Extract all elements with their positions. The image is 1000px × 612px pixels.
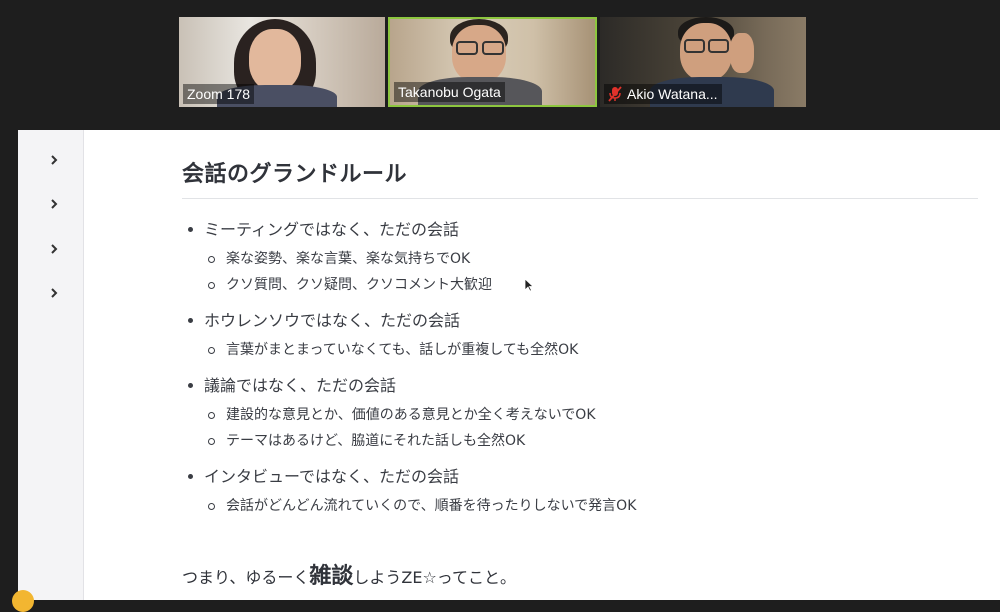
video-tile-akio-watanabe[interactable]: Akio Watana...	[600, 17, 806, 107]
page-title: 会話のグランドルール	[182, 162, 408, 187]
sub-bullet	[208, 438, 215, 445]
list-item-text: インタビューではなく、ただの会話	[204, 467, 460, 486]
list-item: ミーティングではなく、ただの会話 楽な姿勢、楽な言葉、楽な気持ちでOK クソ質問…	[182, 217, 972, 298]
list-item-text: ホウレンソウではなく、ただの会話	[204, 311, 461, 330]
chevron-right-icon	[51, 244, 58, 254]
sub-list: 楽な姿勢、楽な言葉、楽な気持ちでOK クソ質問、クソ疑問、クソコメント大歓迎	[204, 246, 972, 298]
mouse-cursor-icon	[524, 278, 534, 292]
chevron-right-icon	[51, 155, 58, 165]
video-tile-zoom-178[interactable]: Zoom 178	[179, 17, 385, 107]
summary-line: つまり、ゆるーく雑談しようZE☆ってこと。	[182, 558, 516, 590]
sub-bullet	[208, 503, 215, 510]
participant-name-label: Zoom 178	[183, 84, 255, 104]
user-status-dot[interactable]	[12, 590, 34, 612]
sub-list-item: 会話がどんどん流れていくので、順番を待ったりしないで発言OK	[204, 493, 972, 519]
sub-list-item: テーマはあるけど、脇道にそれた話しも全然OK	[204, 428, 972, 454]
sub-bullet	[208, 412, 215, 419]
summary-text-after: しようZE☆ってこと。	[353, 568, 517, 587]
participant-name-label: Akio Watana...	[604, 84, 722, 104]
sub-list: 建設的な意見とか、価値のある意見とか全く考えないでOK テーマはあるけど、脇道に…	[204, 402, 972, 454]
sidebar-expand-button-4[interactable]	[47, 286, 61, 300]
bullet-dot	[188, 227, 193, 232]
bullet-dot	[188, 383, 193, 388]
sidebar	[12, 130, 84, 612]
participant-name-label: Takanobu Ogata	[394, 82, 505, 102]
sub-bullet	[208, 282, 215, 289]
document-content: 会話のグランドルール ミーティングではなく、ただの会話 楽な姿勢、楽な言葉、楽な…	[84, 130, 1000, 600]
sub-bullet	[208, 347, 215, 354]
bullet-list: ミーティングではなく、ただの会話 楽な姿勢、楽な言葉、楽な気持ちでOK クソ質問…	[182, 217, 972, 529]
sub-bullet	[208, 256, 215, 263]
list-item: インタビューではなく、ただの会話 会話がどんどん流れていくので、順番を待ったりし…	[182, 464, 972, 519]
sidebar-expand-button-1[interactable]	[47, 153, 61, 167]
chevron-right-icon	[51, 288, 58, 298]
sub-list-item-text: テーマはあるけど、脇道にそれた話しも全然OK	[226, 433, 526, 449]
sub-list: 言葉がまとまっていなくても、話しが重複しても全然OK	[204, 337, 972, 363]
sub-list-item: 楽な姿勢、楽な言葉、楽な気持ちでOK	[204, 246, 972, 272]
bullet-dot	[188, 474, 193, 479]
sub-list-item-text: 楽な姿勢、楽な言葉、楽な気持ちでOK	[226, 251, 471, 267]
sub-list-item: クソ質問、クソ疑問、クソコメント大歓迎	[204, 272, 972, 298]
list-item-text: 議論ではなく、ただの会話	[204, 376, 397, 395]
sub-list-item: 建設的な意見とか、価値のある意見とか全く考えないでOK	[204, 402, 972, 428]
video-strip: Zoom 178 Takanobu Ogata Akio Watana...	[0, 0, 1000, 130]
participant-name: Akio Watana...	[627, 86, 718, 102]
sidebar-expand-button-2[interactable]	[47, 197, 61, 211]
summary-emphasis: 雑談	[309, 564, 354, 589]
participant-name: Zoom 178	[187, 86, 251, 102]
list-item: ホウレンソウではなく、ただの会話 言葉がまとまっていなくても、話しが重複しても全…	[182, 308, 972, 363]
sub-list-item-text: 言葉がまとまっていなくても、話しが重複しても全然OK	[226, 342, 579, 358]
title-divider	[182, 198, 978, 199]
sub-list: 会話がどんどん流れていくので、順番を待ったりしないで発言OK	[204, 493, 972, 519]
sub-list-item-text: 建設的な意見とか、価値のある意見とか全く考えないでOK	[226, 407, 596, 423]
sub-list-item: 言葉がまとまっていなくても、話しが重複しても全然OK	[204, 337, 972, 363]
chevron-right-icon	[51, 199, 58, 209]
video-tile-takanobu-ogata[interactable]: Takanobu Ogata	[388, 17, 597, 107]
list-item-text: ミーティングではなく、ただの会話	[204, 220, 460, 239]
sidebar-expand-button-3[interactable]	[47, 242, 61, 256]
sub-list-item-text: クソ質問、クソ疑問、クソコメント大歓迎	[226, 277, 492, 293]
list-item: 議論ではなく、ただの会話 建設的な意見とか、価値のある意見とか全く考えないでOK…	[182, 373, 972, 454]
participant-name: Takanobu Ogata	[398, 84, 501, 100]
bullet-dot	[188, 318, 193, 323]
sub-list-item-text: 会話がどんどん流れていくので、順番を待ったりしないで発言OK	[226, 498, 637, 514]
microphone-muted-icon	[608, 86, 622, 102]
summary-text-before: つまり、ゆるーく	[182, 568, 310, 587]
